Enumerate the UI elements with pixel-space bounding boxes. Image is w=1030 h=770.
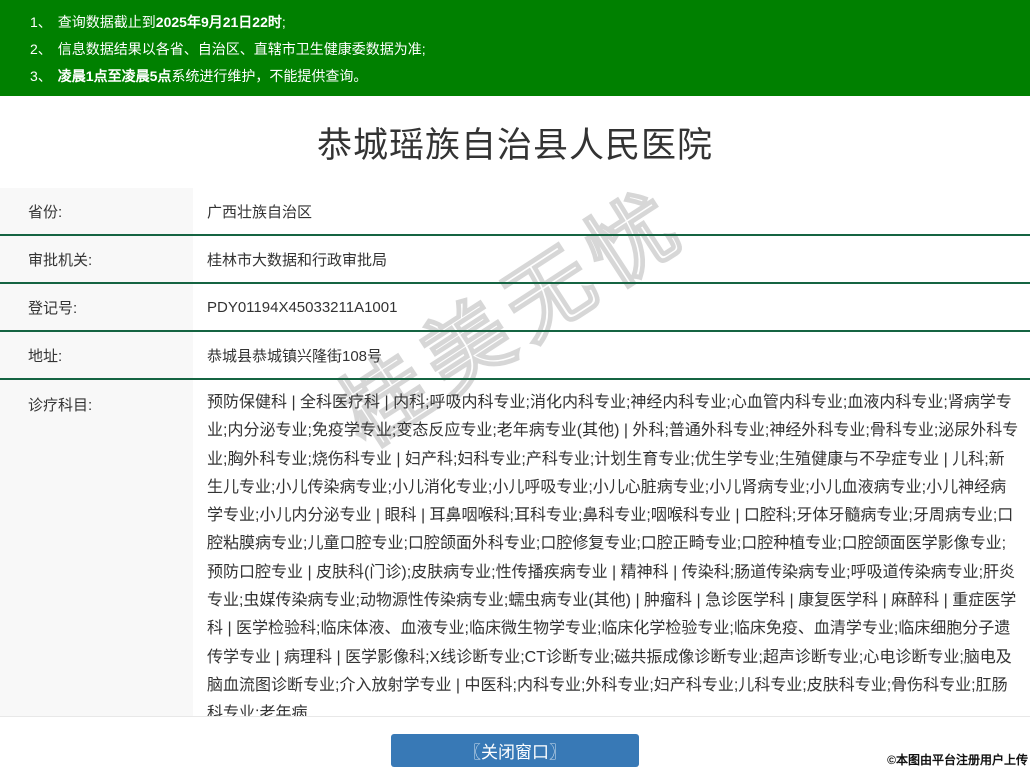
row-label: 诊疗科目: — [0, 380, 193, 716]
table-row-medical-subjects: 诊疗科目: 预防保健科 | 全科医疗科 | 内科;呼吸内科专业;消化内科专业;神… — [0, 380, 1030, 717]
row-value: 广西壮族自治区 — [207, 203, 313, 221]
row-label: 登记号: — [0, 284, 193, 330]
page-title: 恭城瑶族自治县人民医院 — [316, 125, 713, 165]
table-row-address: 地址: 恭城县恭城镇兴隆街108号 — [0, 332, 1030, 380]
notice-text-bold: 2025年9月21日22时 — [155, 14, 282, 30]
close-window-button[interactable]: 〖关闭窗口〗 — [391, 734, 639, 767]
notice-number: 2、 — [30, 41, 52, 57]
row-value: 恭城县恭城镇兴隆街108号 — [207, 347, 383, 365]
hospital-info-table: 省份: 广西壮族自治区 审批机关: 桂林市大数据和行政审批局 登记号: PDY0… — [0, 188, 1030, 717]
notice-number: 1、 — [30, 14, 52, 30]
button-row: 〖关闭窗口〗 — [0, 734, 1030, 767]
notice-line-2: 2、 信息数据结果以各省、自治区、直辖市卫生健康委数据为准; — [30, 36, 1020, 63]
row-value: PDY01194X45033211A1001 — [207, 298, 398, 316]
notice-text: 查询数据截止到 — [57, 14, 156, 30]
notice-line-3: 3、 凌晨1点至凌晨5点系统进行维护，不能提供查询。 — [30, 63, 1020, 90]
notice-text: ; — [281, 14, 286, 30]
notice-text: 系统进行维护，不能提供查询。 — [171, 68, 368, 84]
notice-number: 3、 — [30, 68, 52, 84]
table-row-registration-number: 登记号: PDY01194X45033211A1001 — [0, 284, 1030, 332]
upload-credit-text: ©本图由平台注册用户上传 — [887, 753, 1028, 767]
notice-text: 信息数据结果以各省、自治区、直辖市卫生健康委数据为准; — [57, 41, 426, 57]
row-label: 省份: — [0, 188, 193, 234]
notice-banner: 1、 查询数据截止到2025年9月21日22时; 2、 信息数据结果以各省、自治区、… — [0, 0, 1030, 96]
row-value: 桂林市大数据和行政审批局 — [207, 251, 388, 269]
notice-line-1: 1、 查询数据截止到2025年9月21日22时; — [30, 9, 1020, 36]
table-row-province: 省份: 广西壮族自治区 — [0, 188, 1030, 236]
table-row-approval-authority: 审批机关: 桂林市大数据和行政审批局 — [0, 236, 1030, 284]
notice-text-bold: 凌晨1点至凌晨5点 — [57, 68, 172, 84]
title-section: 恭城瑶族自治县人民医院 — [0, 96, 1030, 188]
row-value: 预防保健科 | 全科医疗科 | 内科;呼吸内科专业;消化内科专业;神经内科专业;… — [207, 394, 1019, 716]
row-label: 地址: — [0, 332, 193, 378]
row-label: 审批机关: — [0, 236, 193, 282]
